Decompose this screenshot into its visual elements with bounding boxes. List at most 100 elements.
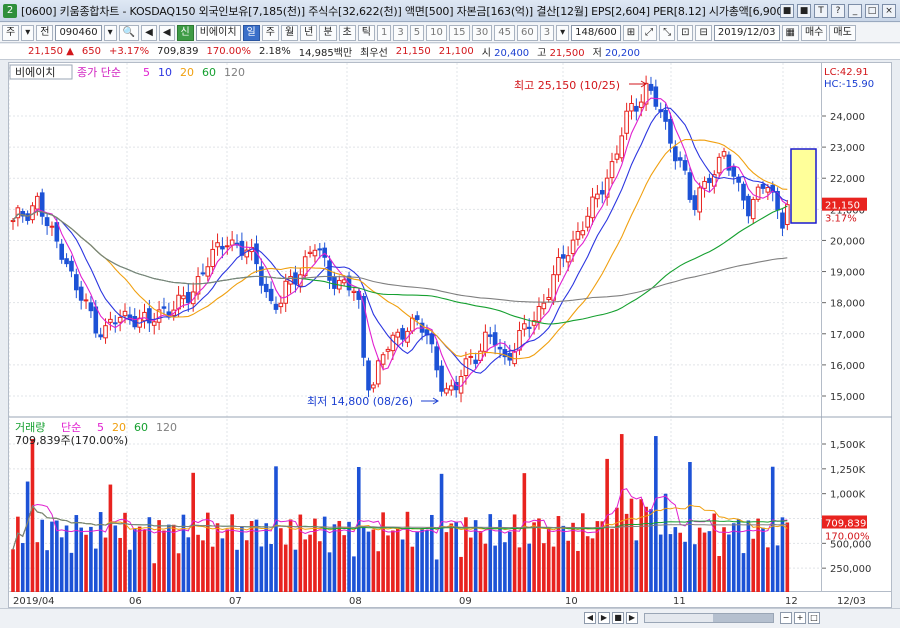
volume-bar [629,498,634,593]
toolbar-item-1[interactable]: ▾ [21,24,35,41]
toolbar-item-36[interactable]: 매도 [829,24,856,41]
toolbar-item-17[interactable]: 1 [376,24,392,41]
toolbar-item-24[interactable]: 60 [517,24,538,41]
candle-body [750,198,756,220]
candle-body [590,196,595,219]
volume-bar [274,466,278,593]
toolbar-item-31[interactable]: ⊡ [677,24,694,41]
toolbar-item-14[interactable]: 분 [319,24,337,41]
volume-bar [244,540,249,593]
volume-bar [551,546,556,593]
scroll-track[interactable] [644,613,774,623]
window-controls: ■ ■ T? _ □ × [780,3,896,18]
last-volume-label: 709,839 [825,518,866,529]
window-button-5[interactable]: □ [865,3,879,18]
toolbar-item-34[interactable]: ▦ [781,24,799,41]
toolbar-item-22[interactable]: 30 [471,24,493,41]
window-button-2[interactable]: T [814,3,828,18]
zoom-in-button[interactable]: + [794,612,806,624]
toolbar-item-13[interactable]: 년 [300,24,318,41]
play-button[interactable]: ▶ [598,612,610,624]
candle-body [186,291,191,304]
volume-bar [654,436,658,593]
candle-body [473,359,478,364]
toolbar-item-26[interactable]: ▾ [556,24,570,41]
volume-bar [527,543,532,593]
volume-bar [576,550,580,593]
toolbar-item-0[interactable]: 주 [2,24,20,41]
candle-body [385,348,391,352]
volume-bar [35,542,40,593]
candle-body [707,177,712,184]
toolbar-item-16[interactable]: 틱 [357,24,375,41]
window-button-0[interactable]: ■ [780,3,794,18]
toolbar-item-5[interactable]: 🔍 [118,24,140,41]
toolbar: 주 ▾ 전 090460 ▾ 🔍 ◀ ◀ 신 비에이치 일 주 월 년 분 초 틱 1 3 5 10 15 30 45 60 3 ▾… [0,23,900,43]
scroll-right-button[interactable]: ▶ [626,612,638,624]
toolbar-item-10[interactable]: 일 [242,24,260,41]
forecast-box [790,148,817,224]
volume-bar [454,521,458,593]
candle-body [317,248,323,251]
toolbar-item-6[interactable]: ◀ [141,24,157,41]
volume-bar [356,467,361,593]
window-button-4[interactable]: _ [848,3,862,18]
toolbar-item-7[interactable]: ◀ [158,24,175,41]
volume-bar [468,537,473,593]
volume-bar [693,544,697,593]
volume-legend-label: 거래량 [15,421,45,434]
toolbar-item-20[interactable]: 10 [426,24,447,41]
toolbar-item-12[interactable]: 월 [280,24,299,41]
toolbar-item-19[interactable]: 5 [409,24,425,41]
volume-bar [74,515,79,593]
scroll-thumb[interactable] [713,614,773,622]
volume-bar [210,546,215,593]
volume-bar [288,519,293,593]
candle-body [380,354,386,365]
candle-body [161,306,167,309]
toolbar-item-2[interactable]: 전 [36,24,54,41]
zoom-out-button[interactable]: − [780,612,792,624]
toolbar-item-30[interactable]: ⤡ [659,24,676,41]
toolbar-item-25[interactable]: 3 [539,24,555,41]
toolbar-item-32[interactable]: ⊟ [695,24,712,41]
candle-body [785,204,790,226]
toolbar-item-21[interactable]: 15 [448,24,470,41]
toolbar-item-18[interactable]: 3 [393,24,408,41]
volume-bar [176,553,181,593]
volume-ma-legend-5: 5 [97,421,104,434]
zoom-reset-button[interactable]: □ [808,612,820,624]
toolbar-item-9[interactable]: 비에이치 [195,24,241,41]
price-change: 650 [81,46,101,57]
toolbar-item-27[interactable]: 148/600 [571,24,621,41]
toolbar-item-35[interactable]: 매수 [800,24,828,41]
chart-area[interactable]: 최고 25,150 (10/25) 최저 14,800 (08/26) 비에이치 종가… [8,62,823,593]
volume-bar [420,529,424,593]
candle-body [395,331,401,338]
volume-bar [113,525,118,593]
scroll-left-button[interactable]: ◀ [584,612,596,624]
toolbar-item-29[interactable]: ⤢ [641,24,658,41]
date-label: 09 [459,596,472,607]
toolbar-item-15[interactable]: 초 [338,24,356,41]
toolbar-item-33[interactable]: 2019/12/03 [713,24,780,41]
candle-body [25,213,30,221]
window-button-3[interactable]: ? [831,3,845,18]
toolbar-item-4[interactable]: ▾ [103,24,117,41]
lc-value: LC:42.91 [824,67,869,78]
candle-body [93,306,99,334]
window-button-6[interactable]: × [882,3,896,18]
quote-bar: 21,150 ▲ 650 +3.17% 709,839 170.00% 2.18… [0,44,900,60]
toolbar-item-3[interactable]: 090460 [55,24,102,41]
toolbar-item-11[interactable]: 주 [261,24,279,41]
stop-button[interactable]: ■ [612,612,624,624]
candle-body [108,318,113,323]
toolbar-item-28[interactable]: ⊞ [622,24,640,41]
toolbar-item-8[interactable]: 신 [176,24,194,41]
toolbar-item-23[interactable]: 45 [494,24,516,41]
candle-body [147,308,152,324]
candle-body [663,109,668,122]
window-button-1[interactable]: ■ [797,3,811,18]
volume-bar [293,549,298,593]
chart-canvas[interactable]: 최고 25,150 (10/25) 최저 14,800 (08/26) 비에이치 종가… [8,63,823,593]
